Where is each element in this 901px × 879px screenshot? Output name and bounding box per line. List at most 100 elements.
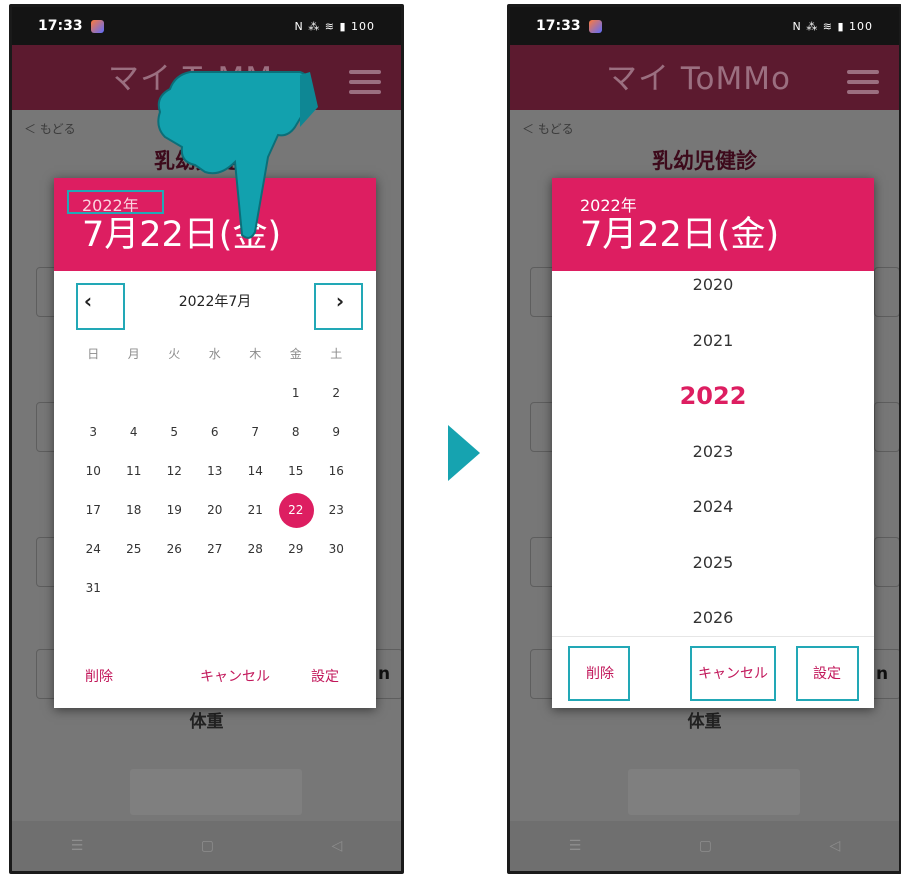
calendar-day[interactable]: 23: [316, 503, 357, 517]
year-option[interactable]: 2021: [552, 331, 874, 350]
calendar-week-row: 3456789: [54, 412, 376, 451]
calendar-day[interactable]: 27: [195, 542, 236, 556]
menu-icon[interactable]: [847, 70, 879, 100]
back-nav-icon[interactable]: ◁: [331, 838, 342, 854]
system-icons: N ⁂ ≋ ▮ 100: [792, 19, 873, 33]
year-option[interactable]: 2026: [552, 608, 874, 627]
weekday-label: 月: [127, 346, 140, 361]
calendar-day[interactable]: 6: [195, 425, 236, 439]
calendar-day[interactable]: 31: [73, 581, 114, 595]
calendar-week-row: 31: [54, 568, 376, 607]
background-field: [874, 402, 899, 452]
weekday-label: 火: [168, 346, 181, 361]
year-option[interactable]: 2022: [552, 382, 874, 410]
year-list[interactable]: 2020 2021 2022 2023 2024 2025 2026: [552, 271, 874, 636]
dialog-actions: 削除 キャンセル 設定: [54, 666, 376, 690]
selected-date: 7月22日(金): [580, 215, 780, 255]
app-notification-icon: [90, 19, 104, 33]
calendar-day[interactable]: 9: [316, 425, 357, 439]
recents-icon[interactable]: ☰: [569, 838, 582, 854]
calendar-day[interactable]: 10: [73, 464, 114, 478]
calendar-day[interactable]: 5: [154, 425, 195, 439]
back-link[interactable]: ＜ もどる: [522, 120, 574, 137]
weight-label: 体重: [687, 712, 722, 732]
app-header: マイ ToMMo: [510, 45, 899, 110]
background-field: [874, 537, 899, 587]
home-icon[interactable]: ▢: [201, 838, 214, 854]
recents-icon[interactable]: ☰: [71, 838, 84, 854]
calendar-day[interactable]: 17: [73, 503, 114, 517]
app-notification-icon: [588, 19, 602, 33]
status-bar: 17:33 N ⁂ ≋ ▮ 100: [510, 7, 899, 45]
background-field: [874, 267, 899, 317]
system-icons: N ⁂ ≋ ▮ 100: [294, 19, 375, 33]
calendar-day[interactable]: 30: [316, 542, 357, 556]
weekday-label: 金: [289, 346, 302, 361]
back-nav-icon[interactable]: ◁: [829, 838, 840, 854]
calendar-day[interactable]: 8: [276, 425, 317, 439]
calendar-day[interactable]: 22: [276, 492, 317, 528]
back-link[interactable]: ＜ もどる: [24, 120, 76, 137]
dialog-actions: 削除 キャンセル 設定: [552, 636, 874, 708]
calendar-day[interactable]: 4: [114, 425, 155, 439]
weekday-label: 水: [208, 346, 221, 361]
weekday-label: 日: [87, 346, 100, 361]
year-option[interactable]: 2020: [552, 275, 874, 294]
calendar-day[interactable]: 1: [276, 386, 317, 400]
next-step-arrow-icon: [448, 425, 480, 481]
year-selector[interactable]: 2022年: [580, 192, 874, 216]
chevron-right-icon[interactable]: ›: [328, 287, 352, 315]
month-navigation: ‹ 2022年7月 ›: [54, 271, 376, 333]
phone-screen-calendar: 17:33 N ⁂ ≋ ▮ 100 マイ ToMMo ＜ もどる 乳幼児健診 n…: [9, 4, 404, 874]
phone-screen-year-picker: 17:33 N ⁂ ≋ ▮ 100 マイ ToMMo ＜ もどる 乳幼児健診 n…: [507, 4, 901, 874]
submit-button[interactable]: [628, 769, 800, 815]
year-option[interactable]: 2024: [552, 497, 874, 516]
date-picker-dialog: 2022年 7月22日(金) ‹ 2022年7月 › 日月火水木金土 12345…: [54, 178, 376, 708]
calendar-day[interactable]: 28: [235, 542, 276, 556]
date-picker-header: 2022年 7月22日(金): [552, 178, 874, 271]
weekday-label: 土: [330, 346, 343, 361]
calendar-day[interactable]: 20: [195, 503, 236, 517]
calendar-day[interactable]: 25: [114, 542, 155, 556]
calendar-day[interactable]: 7: [235, 425, 276, 439]
calendar-day[interactable]: 18: [114, 503, 155, 517]
android-nav-bar: ☰ ▢ ◁: [12, 821, 401, 871]
cancel-button[interactable]: キャンセル: [200, 666, 270, 686]
calendar-day[interactable]: 14: [235, 464, 276, 478]
delete-button[interactable]: 削除: [85, 666, 113, 686]
status-time: 17:33: [38, 18, 83, 34]
calendar-day[interactable]: 3: [73, 425, 114, 439]
calendar-day[interactable]: 2: [316, 386, 357, 400]
menu-icon[interactable]: [349, 70, 381, 100]
page-title: 乳幼児健診: [652, 149, 757, 173]
calendar-day[interactable]: 19: [154, 503, 195, 517]
calendar-day[interactable]: 16: [316, 464, 357, 478]
ok-button[interactable]: 設定: [311, 666, 339, 686]
calendar-grid: 1 2 3 4 5 6 7 8 9 10 11 12 13 14 15 16 17 18 19 20 21 22 23 24 2…: [54, 373, 376, 607]
year-option[interactable]: 2025: [552, 553, 874, 572]
weekday-label: 木: [249, 346, 262, 361]
delete-button[interactable]: 削除: [586, 663, 614, 683]
calendar-day[interactable]: 12: [154, 464, 195, 478]
calendar-day[interactable]: 15: [276, 464, 317, 478]
calendar-day[interactable]: 24: [73, 542, 114, 556]
cancel-button[interactable]: キャンセル: [698, 663, 768, 683]
weekday-header: 日月火水木金土: [54, 333, 376, 373]
calendar-day[interactable]: 29: [276, 542, 317, 556]
calendar-day[interactable]: 11: [114, 464, 155, 478]
status-time: 17:33: [536, 18, 581, 34]
calendar-day[interactable]: 13: [195, 464, 236, 478]
calendar-day[interactable]: 21: [235, 503, 276, 517]
home-icon[interactable]: ▢: [699, 838, 712, 854]
submit-button[interactable]: [130, 769, 302, 815]
android-nav-bar: ☰ ▢ ◁: [510, 821, 899, 871]
calendar-week-row: 17 18 19 20 21 22 23: [54, 490, 376, 529]
year-picker-dialog: 2022年 7月22日(金) 2020 2021 2022 2023 2024 2025 2…: [552, 178, 874, 708]
ok-button[interactable]: 設定: [813, 663, 841, 683]
app-logo: マイ ToMMo: [606, 61, 791, 97]
calendar-day[interactable]: 26: [154, 542, 195, 556]
calendar-week-row: 12: [54, 373, 376, 412]
year-option[interactable]: 2023: [552, 442, 874, 461]
calendar-week-row: 10 11 12 13 14 15 16: [54, 451, 376, 490]
weight-label: 体重: [189, 712, 224, 732]
